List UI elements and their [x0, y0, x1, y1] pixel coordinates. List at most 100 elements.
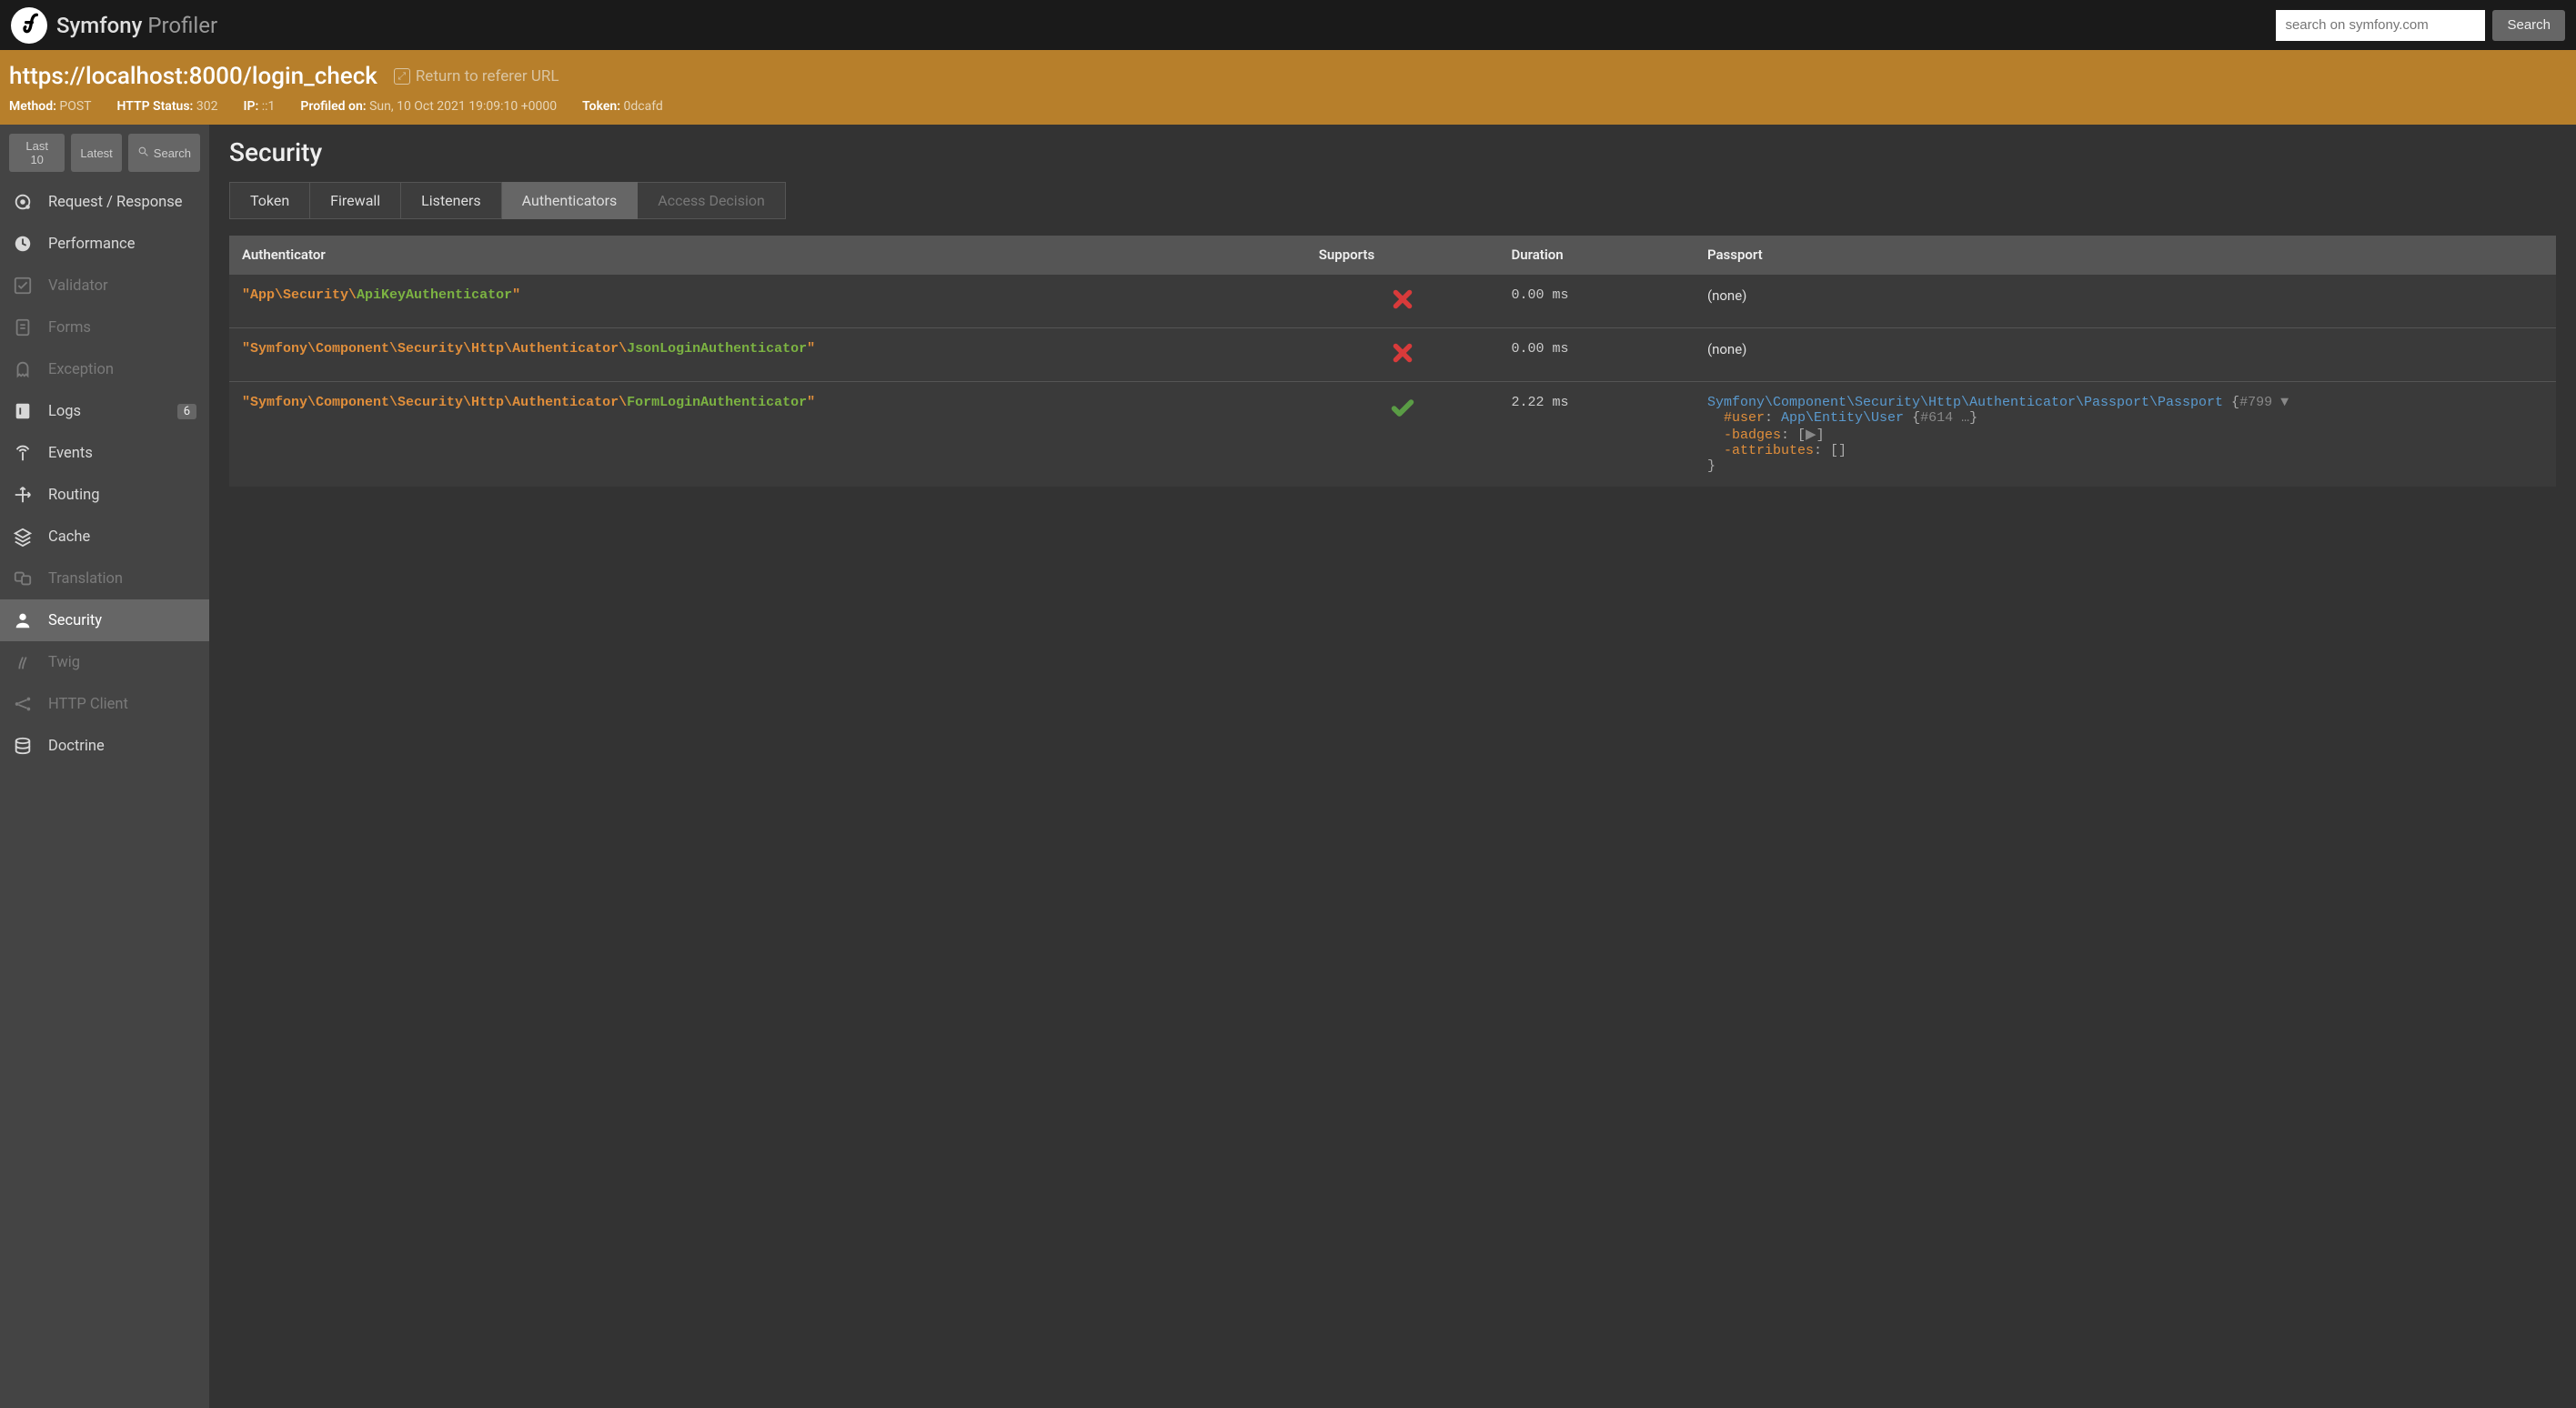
authenticator-cell: "Symfony\Component\Security\Http\Authent…	[229, 328, 1306, 382]
routing-icon	[11, 485, 35, 505]
referer-label: Return to referer URL	[416, 67, 559, 85]
sidebar-item-security[interactable]: Security	[0, 599, 209, 641]
sidebar-item-label: Performance	[48, 236, 196, 253]
sidebar-search-button[interactable]: Search	[128, 134, 200, 172]
sidebar-item-label: Forms	[48, 319, 196, 337]
tab-token[interactable]: Token	[229, 182, 310, 219]
ghost-icon	[11, 359, 35, 379]
user-class[interactable]: App\Entity\User	[1781, 410, 1904, 426]
summary-bar: https://localhost:8000/login_check ⤢ Ret…	[0, 50, 2576, 125]
passport-cell: (none)	[1695, 275, 2556, 328]
sidebar-item-logs[interactable]: Logs 6	[0, 390, 209, 432]
sidebar-item-label: HTTP Client	[48, 696, 196, 713]
sidebar-item-cache[interactable]: Cache	[0, 516, 209, 558]
tabs: Token Firewall Listeners Authenticators …	[229, 182, 2556, 219]
th-authenticator: Authenticator	[229, 236, 1306, 275]
tab-listeners[interactable]: Listeners	[401, 182, 501, 219]
sidebar-item-exception[interactable]: Exception	[0, 348, 209, 390]
collapse-toggle[interactable]: ▼	[2280, 395, 2289, 410]
sidebar-item-label: Exception	[48, 361, 196, 378]
logo-group[interactable]: Symfony Profiler	[11, 7, 217, 44]
sidebar-item-label: Cache	[48, 528, 196, 546]
translation-icon	[11, 568, 35, 588]
sidebar-item-label: Logs	[48, 403, 164, 420]
sidebar-item-label: Twig	[48, 654, 196, 671]
brand-sub: Profiler	[147, 13, 217, 38]
supports-cell	[1306, 328, 1499, 382]
table-row: "Symfony\Component\Security\Http\Authent…	[229, 382, 2556, 488]
method-label: Method:	[9, 99, 56, 114]
token-value[interactable]: 0dcafd	[624, 99, 663, 114]
sidebar-item-doctrine[interactable]: Doctrine	[0, 725, 209, 767]
search-icon	[137, 146, 149, 160]
method-value: POST	[59, 99, 91, 114]
sidebar-item-label: Security	[48, 612, 196, 629]
th-passport: Passport	[1695, 236, 2556, 275]
brand-main: Symfony	[56, 13, 142, 38]
content-area: Security Token Firewall Listeners Authen…	[209, 125, 2576, 1408]
ip-value[interactable]: ::1	[262, 99, 276, 114]
table-row: "App\Security\ApiKeyAuthenticator" 0.00 …	[229, 275, 2556, 328]
gear-icon	[11, 192, 35, 212]
checkbox-icon	[11, 276, 35, 296]
topbar: Symfony Profiler Search	[0, 0, 2576, 50]
sidebar-item-performance[interactable]: Performance	[0, 223, 209, 265]
token-label: Token:	[582, 99, 620, 114]
sidebar-item-validator[interactable]: Validator	[0, 265, 209, 307]
passport-cell: (none)	[1695, 328, 2556, 382]
return-referer-link[interactable]: ⤢ Return to referer URL	[394, 67, 559, 85]
table-row: "Symfony\Component\Security\Http\Authent…	[229, 328, 2556, 382]
user-icon	[11, 610, 35, 630]
th-supports: Supports	[1306, 236, 1499, 275]
sidebar-item-label: Routing	[48, 487, 196, 504]
sidebar-item-routing[interactable]: Routing	[0, 474, 209, 516]
sidebar-item-forms[interactable]: Forms	[0, 307, 209, 348]
profiled-label: Profiled on:	[300, 99, 366, 114]
x-icon	[1391, 352, 1414, 368]
sidebar-item-events[interactable]: Events	[0, 432, 209, 474]
logs-badge: 6	[177, 404, 196, 419]
sidebar: Last 10 Latest Search Request / Response…	[0, 125, 209, 1408]
authenticator-cell: "App\Security\ApiKeyAuthenticator"	[229, 275, 1306, 328]
twig-icon	[11, 652, 35, 672]
layers-icon	[11, 527, 35, 547]
sidebar-item-label: Request / Response	[48, 194, 196, 211]
tab-authenticators[interactable]: Authenticators	[502, 182, 639, 219]
sidebar-item-translation[interactable]: Translation	[0, 558, 209, 599]
sidebar-search-label: Search	[154, 146, 191, 160]
passport-id: #799	[2239, 395, 2272, 410]
sidebar-item-label: Validator	[48, 277, 196, 295]
search-button[interactable]: Search	[2492, 10, 2565, 41]
sidebar-item-label: Events	[48, 445, 196, 462]
status-label: HTTP Status:	[117, 99, 194, 114]
passport-class[interactable]: Symfony\Component\Security\Http\Authenti…	[1707, 395, 2223, 410]
logs-icon	[11, 401, 35, 421]
authenticators-table: Authenticator Supports Duration Passport…	[229, 236, 2556, 487]
last10-button[interactable]: Last 10	[9, 134, 65, 172]
tab-access-decision[interactable]: Access Decision	[638, 182, 786, 219]
duration-cell: 0.00 ms	[1498, 328, 1694, 382]
sidebar-item-label: Doctrine	[48, 738, 196, 755]
passport-cell: Symfony\Component\Security\Http\Authenti…	[1695, 382, 2556, 488]
sidebar-item-label: Translation	[48, 570, 196, 588]
profiled-value: Sun, 10 Oct 2021 19:09:10 +0000	[369, 99, 557, 114]
antenna-icon	[11, 443, 35, 463]
x-icon	[1391, 298, 1414, 315]
duration-cell: 0.00 ms	[1498, 275, 1694, 328]
supports-cell	[1306, 382, 1499, 488]
sidebar-item-httpclient[interactable]: HTTP Client	[0, 683, 209, 725]
summary-meta: Method: POST HTTP Status: 302 IP: ::1 Pr…	[9, 99, 2567, 114]
sidebar-item-request[interactable]: Request / Response	[0, 181, 209, 223]
check-icon	[1390, 407, 1415, 424]
tab-firewall[interactable]: Firewall	[310, 182, 401, 219]
supports-cell	[1306, 275, 1499, 328]
clipboard-icon	[11, 317, 35, 337]
clock-icon	[11, 234, 35, 254]
duration-cell: 2.22 ms	[1498, 382, 1694, 488]
expand-toggle[interactable]: ▶	[1806, 427, 1816, 443]
search-input[interactable]	[2276, 10, 2485, 41]
th-duration: Duration	[1498, 236, 1694, 275]
request-url: https://localhost:8000/login_check	[9, 63, 377, 90]
latest-button[interactable]: Latest	[71, 134, 121, 172]
sidebar-item-twig[interactable]: Twig	[0, 641, 209, 683]
